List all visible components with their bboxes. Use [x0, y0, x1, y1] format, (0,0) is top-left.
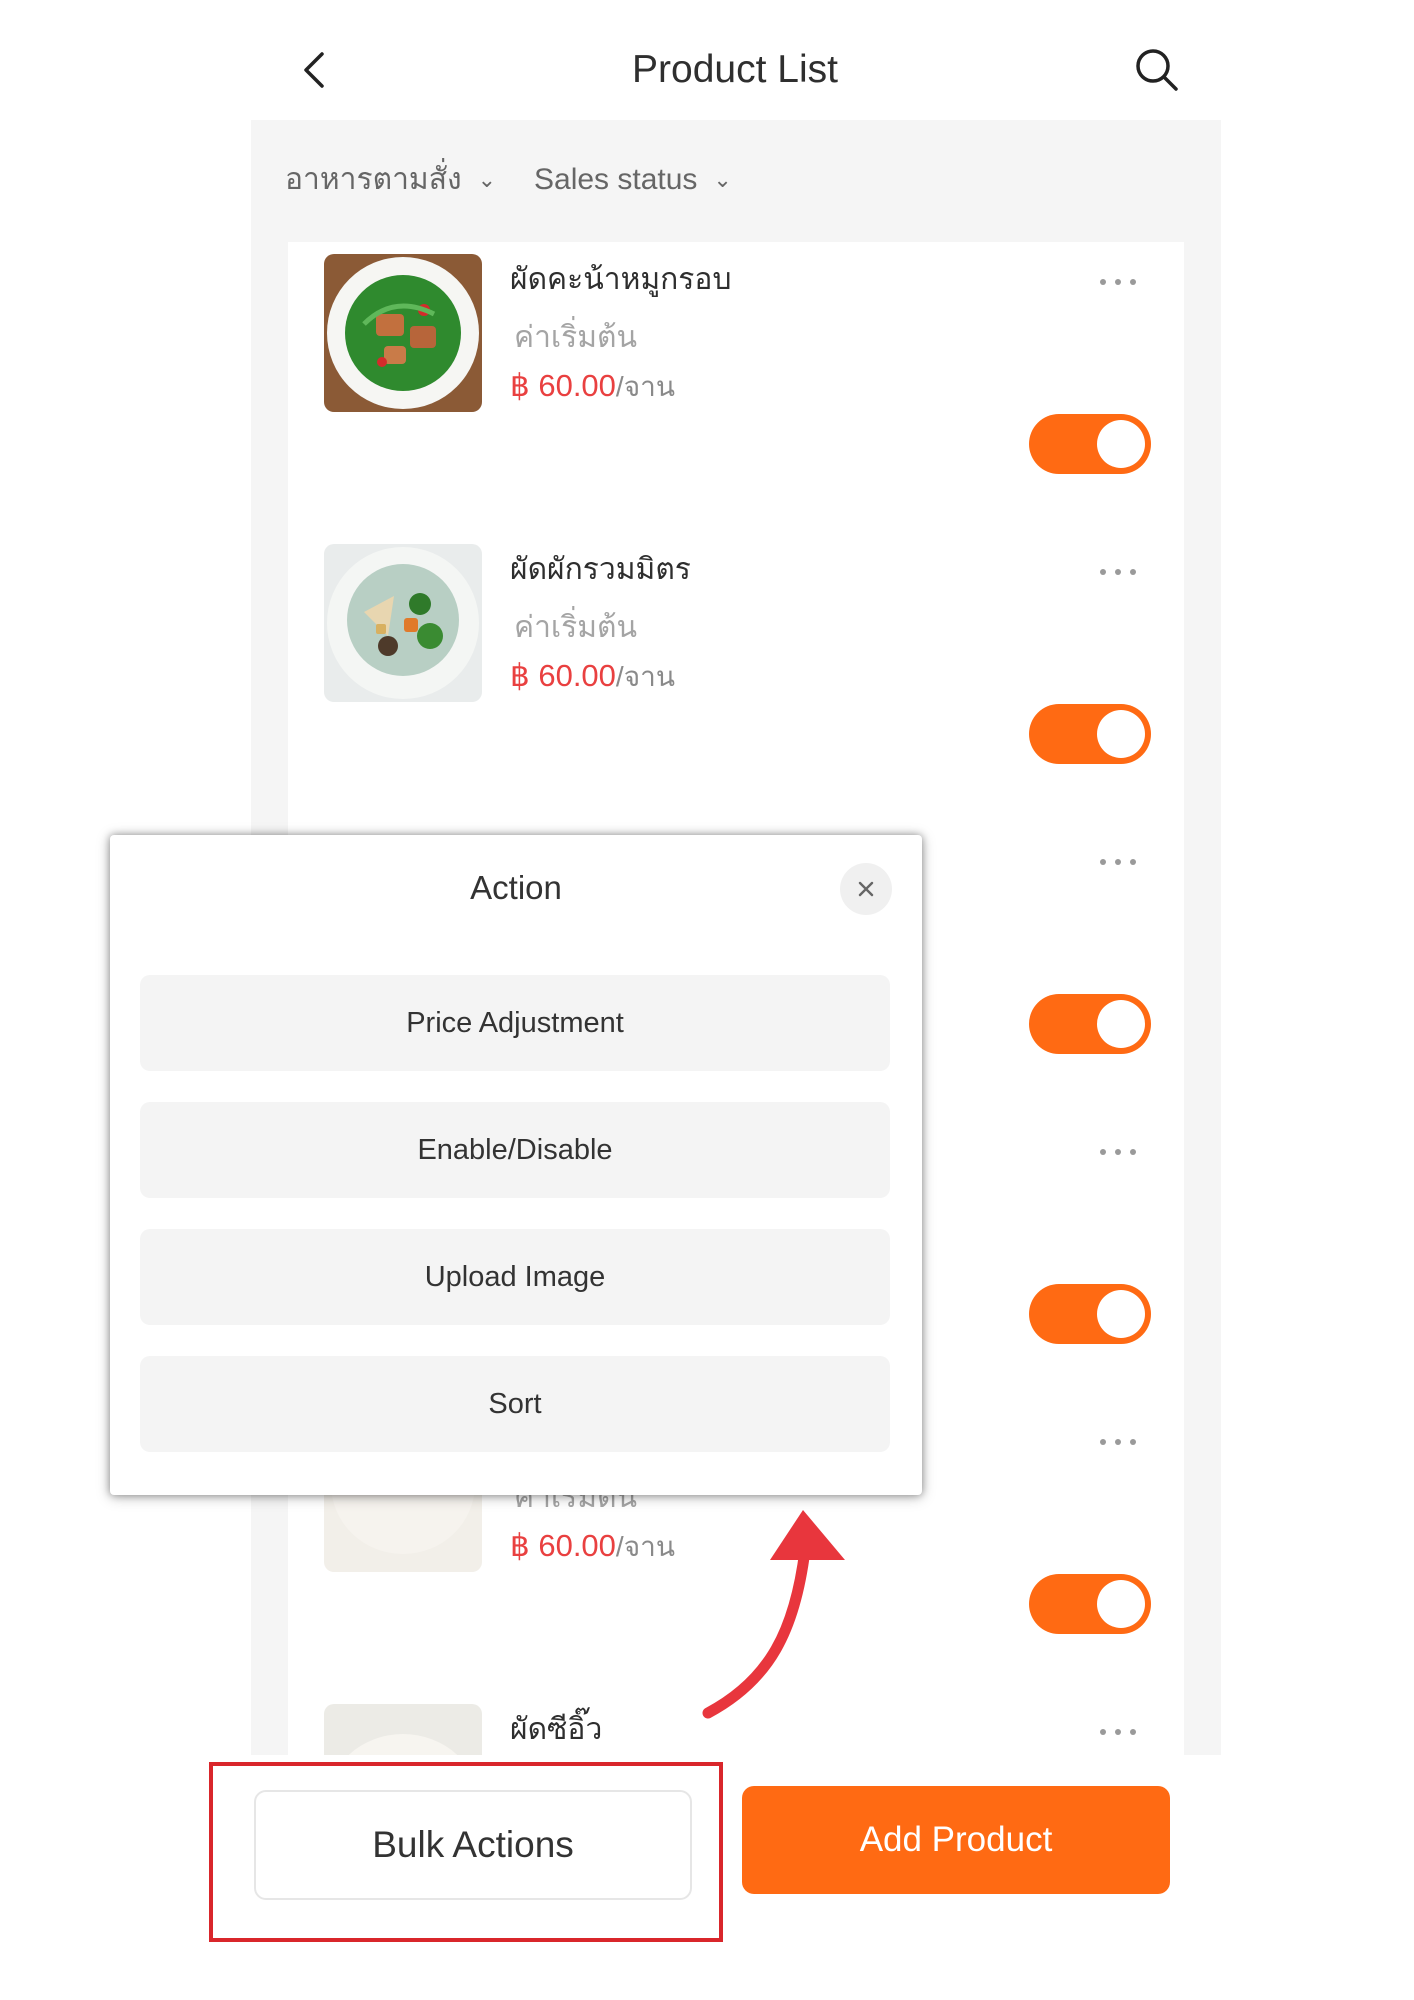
product-variant: ค่าเริ่มต้น	[514, 321, 638, 354]
chevron-left-icon[interactable]	[295, 48, 335, 92]
product-name: ผัดคะน้าหมูกรอบ	[510, 263, 732, 296]
toggle-knob	[1097, 710, 1145, 758]
product-thumbnail[interactable]	[324, 1704, 482, 1755]
price-adjustment-button[interactable]: Price Adjustment	[140, 975, 890, 1071]
product-list-screen: Product List อาหารตามสั่ง ⌄ Sales status…	[0, 0, 1414, 2000]
product-thumbnail[interactable]	[324, 544, 482, 702]
price-unit: /จาน	[615, 661, 675, 692]
sales-toggle[interactable]	[1029, 994, 1151, 1054]
product-variant: ค่าเริ่มต้น	[514, 611, 638, 644]
product-thumbnail[interactable]	[324, 254, 482, 412]
product-name: ผัดซีอิ๊ว	[510, 1713, 603, 1746]
enable-disable-button[interactable]: Enable/Disable	[140, 1102, 890, 1198]
page-title: Product List	[632, 48, 838, 91]
sales-toggle[interactable]	[1029, 704, 1151, 764]
sort-button[interactable]: Sort	[140, 1356, 890, 1452]
arrow-annotation	[702, 1510, 845, 1719]
more-options-icon[interactable]	[1100, 1142, 1136, 1162]
toggle-knob	[1097, 1290, 1145, 1338]
action-modal: Action Price Adjustment Enable/Disable Upl…	[110, 835, 922, 1495]
add-product-button[interactable]: Add Product	[742, 1786, 1170, 1894]
more-options-icon[interactable]	[1100, 272, 1136, 292]
sales-status-filter[interactable]: Sales status ⌄	[534, 155, 732, 205]
toggle-knob	[1097, 1000, 1145, 1048]
product-price: ฿ 60.00/จาน	[510, 366, 675, 407]
sales-toggle[interactable]	[1029, 1284, 1151, 1344]
search-icon[interactable]	[1132, 45, 1182, 95]
price-value: ฿ 60.00	[510, 368, 616, 403]
product-name: ผัดผักรวมมิตร	[510, 553, 691, 586]
more-options-icon[interactable]	[1100, 1722, 1136, 1742]
price-unit: /จาน	[615, 371, 675, 402]
toggle-knob	[1097, 1580, 1145, 1628]
upload-image-button[interactable]: Upload Image	[140, 1229, 890, 1325]
bulk-actions-button[interactable]: Bulk Actions	[254, 1790, 692, 1900]
price-unit: /จาน	[615, 1531, 675, 1562]
sales-toggle[interactable]	[1029, 414, 1151, 474]
product-price: ฿ 60.00/จาน	[510, 1526, 675, 1567]
sales-toggle[interactable]	[1029, 1574, 1151, 1634]
more-options-icon[interactable]	[1100, 562, 1136, 582]
category-filter[interactable]: อาหารตามสั่ง ⌄	[285, 155, 496, 205]
chevron-down-icon: ⌄	[477, 167, 497, 192]
chevron-down-icon: ⌄	[713, 167, 732, 192]
price-value: ฿ 60.00	[510, 1528, 616, 1563]
more-options-icon[interactable]	[1100, 852, 1136, 872]
toggle-knob	[1097, 420, 1145, 468]
sales-status-filter-label: Sales status	[534, 163, 698, 196]
close-icon[interactable]	[840, 863, 892, 915]
more-options-icon[interactable]	[1100, 1432, 1136, 1452]
category-filter-label: อาหารตามสั่ง	[285, 163, 462, 196]
product-price: ฿ 60.00/จาน	[510, 656, 675, 697]
modal-title: Action	[470, 869, 562, 906]
price-value: ฿ 60.00	[510, 658, 616, 693]
